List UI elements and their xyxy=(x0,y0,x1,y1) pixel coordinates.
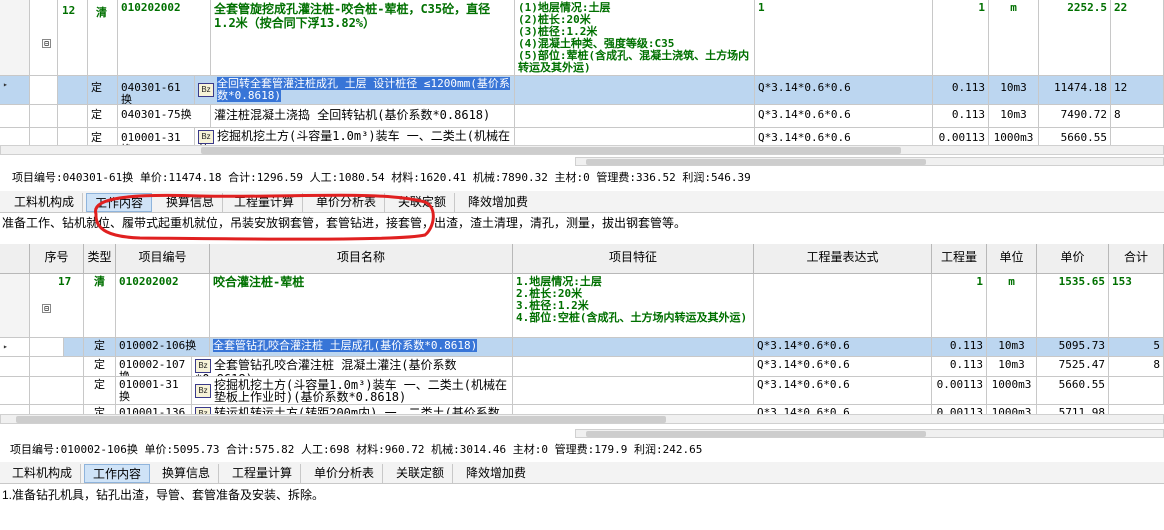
type-cell: 定 xyxy=(84,405,116,414)
collapse-icon[interactable]: ⊟ xyxy=(42,304,51,313)
unit-cell[interactable]: 1000m3 xyxy=(987,377,1037,405)
price-cell[interactable]: 5660.55 xyxy=(1037,377,1109,405)
header-type[interactable]: 类型 xyxy=(84,244,116,274)
bottom-grid: 序号 类型 项目编号 项目名称 项目特征 工程量表达式 工程量 单位 单价 合计… xyxy=(0,244,1164,414)
total-cell[interactable]: 153 xyxy=(1109,274,1164,338)
price-cell[interactable]: 5095.73 xyxy=(1037,338,1109,357)
tab-efficiency-fee[interactable]: 降效增加费 xyxy=(458,464,534,483)
name-cell[interactable]: 咬合灌注桩-荤桩 xyxy=(210,274,513,338)
tab-material-composition[interactable]: 工料机构成 xyxy=(4,464,82,483)
bottom-hscroll-2[interactable] xyxy=(575,429,1164,438)
tab-related-quota[interactable]: 关联定额 xyxy=(388,464,454,483)
expr-cell[interactable]: Q*3.14*0.6*0.6 xyxy=(754,357,932,377)
seq-cell: 17 ⊟ xyxy=(30,274,84,338)
header-code[interactable]: 项目编号 xyxy=(116,244,210,274)
expr-cell[interactable]: Q*3.14*0.6*0.6 xyxy=(754,338,932,357)
name-text: 挖掘机挖土方(斗容量1.0m³)装车 一、二类土(机械在垫板上作业时)(基价系数… xyxy=(214,378,508,404)
name-cell[interactable]: Bz全套管钻孔咬合灌注桩 混凝土灌注(基价系数*0.8618) xyxy=(192,357,513,377)
bottom-hscroll[interactable] xyxy=(0,414,1164,424)
header-corner xyxy=(0,244,30,274)
header-total[interactable]: 合计 xyxy=(1109,244,1164,274)
name-cell[interactable]: Bz 挖掘机挖土方(斗容量1.0m³)装车 一、二类土(机械在垫板上作业时)(基价… xyxy=(192,377,513,405)
header-feature[interactable]: 项目特征 xyxy=(513,244,754,274)
blank-cell xyxy=(64,338,84,357)
feature-cell[interactable] xyxy=(513,357,754,377)
work-content-text: 1.准备钻孔机具，钻孔出渣，导管、套管准备及安装、拆除。 xyxy=(0,486,1164,506)
qty-cell[interactable]: 0.113 xyxy=(932,338,987,357)
code-cell[interactable]: 010002-106换 xyxy=(116,338,210,357)
code-cell[interactable]: 010002-107换 xyxy=(116,357,192,377)
bz-icon: Bz xyxy=(195,359,211,373)
price-cell[interactable]: 5711.98 xyxy=(1037,405,1109,414)
seq-cell xyxy=(30,405,84,414)
name-text: 全套管钻孔咬合灌注桩 土层成孔(基价系数*0.8618) xyxy=(213,339,478,352)
type-cell: 定 xyxy=(84,357,116,377)
total-cell[interactable]: 8 xyxy=(1109,357,1164,377)
qty-cell[interactable]: 0.00113 xyxy=(932,405,987,414)
qty-cell[interactable]: 1 xyxy=(932,274,987,338)
code-cell[interactable]: 010001-136换 xyxy=(116,405,192,414)
bz-icon: Bz xyxy=(195,384,211,398)
bz-icon: Bz xyxy=(195,407,211,414)
scroll-thumb[interactable] xyxy=(16,416,666,423)
total-cell[interactable]: 5 xyxy=(1109,338,1164,357)
type-cell: 定 xyxy=(84,377,116,405)
header-expr[interactable]: 工程量表达式 xyxy=(754,244,932,274)
code-cell[interactable]: 010202002 xyxy=(116,274,210,338)
price-cell[interactable]: 1535.65 xyxy=(1037,274,1109,338)
seq-value: 17 xyxy=(58,275,72,288)
summary-bar: 项目编号:010002-106换 单价:5095.73 合计:575.82 人工… xyxy=(0,440,1164,460)
unit-cell[interactable]: 10m3 xyxy=(987,357,1037,377)
feature-cell[interactable] xyxy=(513,377,754,405)
name-cell[interactable]: Bz转运机转运土方(转距200m内) 一、二类土(基价系数*0 xyxy=(192,405,513,414)
price-cell[interactable]: 7525.47 xyxy=(1037,357,1109,377)
name-text: 转运机转运土方(转距200m内) 一、二类土(基价系数*0 xyxy=(214,406,500,414)
row-indicator[interactable] xyxy=(0,405,30,414)
type-cell: 清 xyxy=(84,274,116,338)
qty-cell[interactable]: 0.113 xyxy=(932,357,987,377)
unit-cell[interactable]: 1000m3 xyxy=(987,405,1037,414)
unit-cell[interactable]: 10m3 xyxy=(987,338,1037,357)
expr-cell[interactable]: Q*3.14*0.6*0.6 xyxy=(754,377,932,405)
header-price[interactable]: 单价 xyxy=(1037,244,1109,274)
feature-cell[interactable]: 1.地层情况:土层 2.桩长:20米 3.桩径:1.2米 4.部位:空桩(含成孔… xyxy=(513,274,754,338)
header-name[interactable]: 项目名称 xyxy=(210,244,513,274)
tab-bar: 工料机构成 工作内容 换算信息 工程量计算 单价分析表 关联定额 降效增加费 xyxy=(0,462,1164,484)
seq-cell xyxy=(30,357,84,377)
name-cell[interactable]: 全套管钻孔咬合灌注桩 土层成孔(基价系数*0.8618) xyxy=(210,338,513,357)
expr-cell[interactable] xyxy=(754,274,932,338)
header-seq[interactable]: 序号 xyxy=(30,244,84,274)
expr-cell[interactable]: Q*3.14*0.6*0.6 xyxy=(754,405,932,414)
type-cell: 定 xyxy=(84,338,116,357)
name-text: 全套管钻孔咬合灌注桩 混凝土灌注(基价系数*0.8618) xyxy=(195,358,457,376)
feature-cell[interactable] xyxy=(513,338,754,357)
seq-cell xyxy=(30,338,64,357)
total-cell[interactable] xyxy=(1109,377,1164,405)
qty-cell[interactable]: 0.00113 xyxy=(932,377,987,405)
header-qty[interactable]: 工程量 xyxy=(932,244,987,274)
row-indicator[interactable] xyxy=(0,377,30,405)
code-cell[interactable]: 010001-31换 xyxy=(116,377,192,405)
row-indicator[interactable] xyxy=(0,357,30,377)
tab-unit-price-analysis[interactable]: 单价分析表 xyxy=(306,464,384,483)
row-pointer[interactable]: ▸ xyxy=(0,338,30,357)
unit-cell[interactable]: m xyxy=(987,274,1037,338)
tab-work-content[interactable]: 工作内容 xyxy=(84,464,151,483)
header-unit[interactable]: 单位 xyxy=(987,244,1037,274)
scroll-thumb[interactable] xyxy=(586,431,926,437)
tab-conversion-info[interactable]: 换算信息 xyxy=(154,464,220,483)
seq-cell xyxy=(30,377,84,405)
tab-quantity-calc[interactable]: 工程量计算 xyxy=(224,464,302,483)
row-indicator[interactable] xyxy=(0,274,30,338)
